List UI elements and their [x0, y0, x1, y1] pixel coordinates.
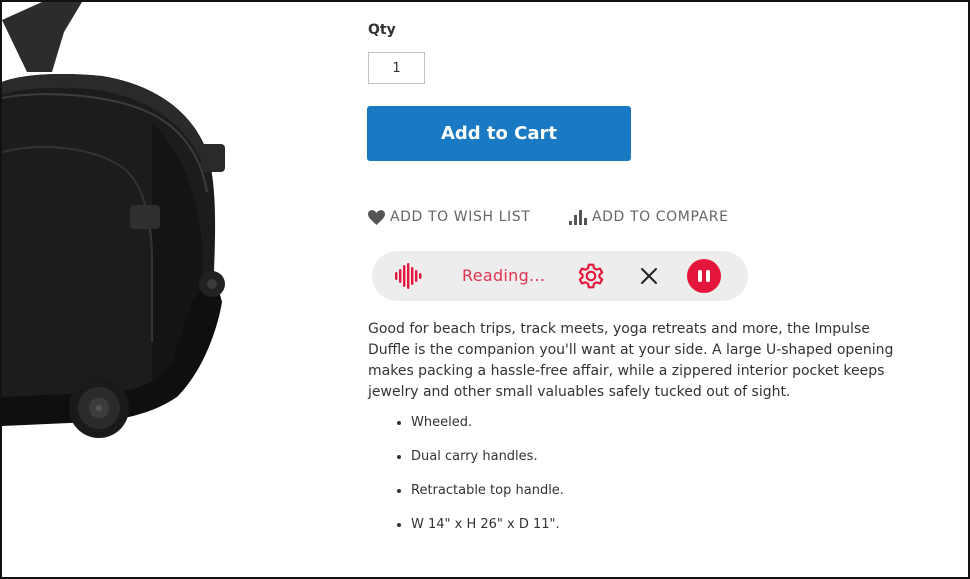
add-to-wishlist-link[interactable]: ADD TO WISH LIST	[368, 209, 530, 225]
qty-label: Qty	[368, 22, 396, 38]
product-page: Qty Add to Cart ADD TO WISH LIST ADD TO …	[0, 0, 970, 579]
add-to-compare-label: ADD TO COMPARE	[592, 209, 729, 225]
bar-chart-icon	[569, 209, 587, 225]
product-description: Good for beach trips, track meets, yoga …	[368, 321, 894, 400]
bag-strap	[2, 2, 82, 72]
product-image	[2, 2, 225, 438]
feature-item: W 14" x H 26" x D 11".	[411, 515, 564, 535]
heart-icon	[368, 209, 385, 225]
text-to-speech-player: Reading...	[372, 251, 748, 301]
qty-input[interactable]	[368, 52, 425, 84]
soundwave-icon	[395, 263, 425, 293]
feature-item: Dual carry handles.	[411, 447, 564, 467]
bag-handle-top	[201, 144, 225, 172]
feature-list: Wheeled. Dual carry handles. Retractable…	[368, 413, 564, 549]
add-to-cart-button[interactable]: Add to Cart	[367, 106, 631, 161]
bag-handle-mid	[130, 205, 160, 229]
close-icon[interactable]	[639, 266, 659, 290]
pause-icon	[698, 270, 702, 282]
gear-icon[interactable]	[575, 260, 607, 296]
add-to-compare-link[interactable]: ADD TO COMPARE	[569, 209, 729, 225]
pause-button[interactable]	[687, 259, 721, 293]
feature-item: Retractable top handle.	[411, 481, 564, 501]
feature-item: Wheeled.	[411, 413, 564, 433]
add-to-wishlist-label: ADD TO WISH LIST	[390, 209, 531, 225]
reading-status: Reading...	[462, 266, 546, 285]
